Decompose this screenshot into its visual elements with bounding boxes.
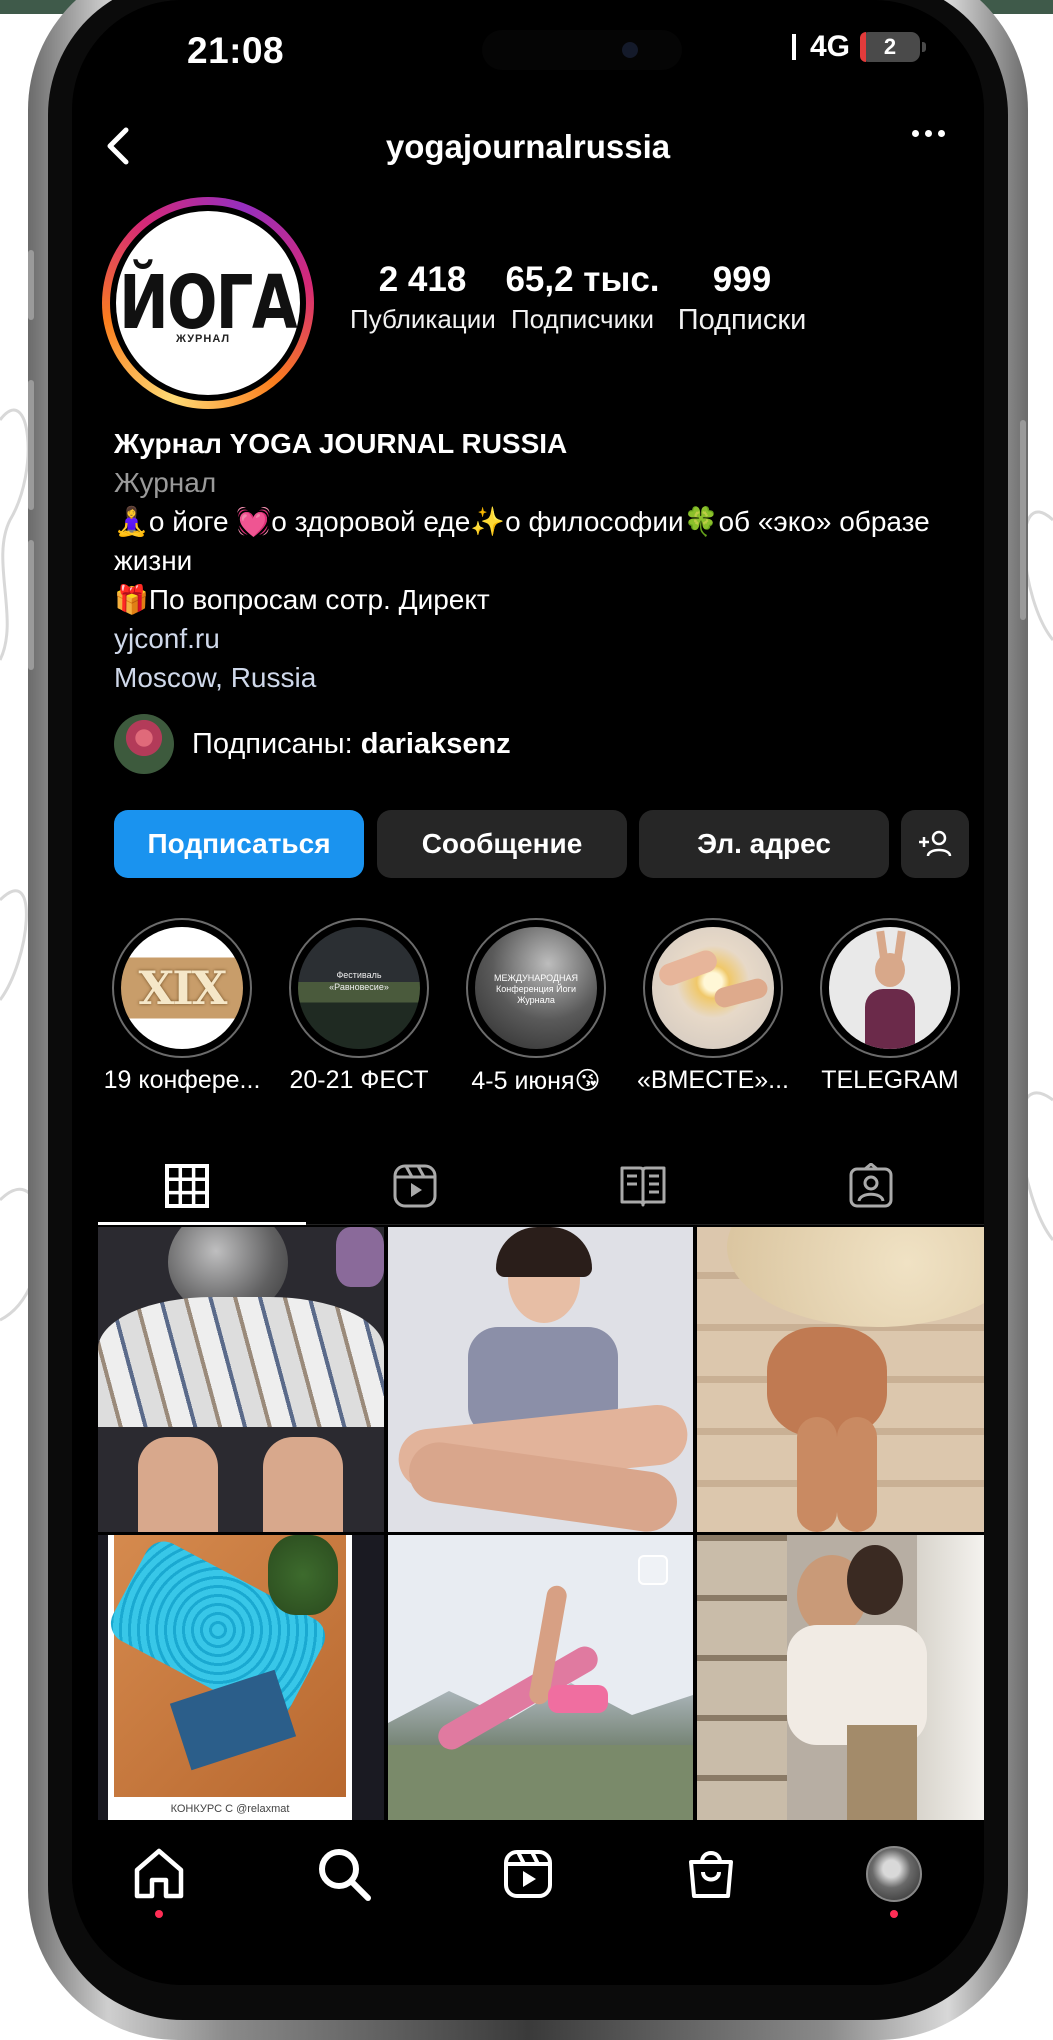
grid-post-portrait[interactable] xyxy=(388,1227,693,1532)
nav-home[interactable] xyxy=(127,1842,191,1906)
reels-icon xyxy=(393,1164,437,1208)
add-user-icon xyxy=(919,830,952,857)
phone-side-button xyxy=(28,540,34,670)
nav-reels[interactable] xyxy=(496,1842,560,1906)
phone-side-button xyxy=(28,380,34,510)
profile-notification-dot xyxy=(890,1910,898,1918)
app-screen: 21:08 4G 2 yogajournalrussia ЙОГА ЖУРНАЛ… xyxy=(72,0,984,1985)
grid-post-hat[interactable] xyxy=(697,1227,984,1532)
stat-label: Подписчики xyxy=(510,304,655,334)
home-notification-dot xyxy=(155,1910,163,1918)
profile-location[interactable]: Moscow, Russia xyxy=(114,658,954,697)
shop-icon xyxy=(689,1851,733,1898)
stat-posts[interactable]: 2 418 Публикации xyxy=(350,260,496,335)
highlight-cover-text: Фестиваль «Равновесие» xyxy=(329,970,389,992)
stat-label: Публикации xyxy=(350,304,496,334)
followed-by-text: Подписаны: dariaksenz xyxy=(192,727,511,760)
highlight-cover xyxy=(652,927,774,1049)
post-caption: КОНКУРС С @relaxmat xyxy=(108,1800,352,1820)
stat-value: 999 xyxy=(712,260,772,299)
nav-search[interactable] xyxy=(312,1842,376,1906)
grid-post-tarot[interactable] xyxy=(98,1227,384,1532)
network-type: 4G xyxy=(810,30,851,63)
dynamic-island xyxy=(482,30,682,70)
bottom-navigation xyxy=(72,1820,984,1940)
battery-icon: 2 xyxy=(860,32,927,62)
phone-side-button xyxy=(1020,420,1026,620)
profile-full-name: Журнал YOGA JOURNAL RUSSIA xyxy=(114,428,568,459)
highlight-cover: Фестиваль «Равновесие» xyxy=(298,927,420,1049)
bio-text-line: 🧘‍♀️о йоге 💓о здоровой еде✨о философии🍀о… xyxy=(114,506,930,576)
add-user-button[interactable] xyxy=(901,810,969,878)
profile-avatar: ЙОГА ЖУРНАЛ xyxy=(116,211,300,395)
highlight-item[interactable]: TELEGRAM xyxy=(820,918,960,1094)
grid-post-couple[interactable] xyxy=(697,1535,984,1820)
highlight-item[interactable]: XIX 19 конфере... xyxy=(104,918,260,1094)
status-indicators: 4G 2 xyxy=(792,30,927,64)
followed-by[interactable]: Подписаны: dariaksenz xyxy=(114,714,511,774)
tab-tagged[interactable] xyxy=(756,1150,984,1222)
followed-by-username: dariaksenz xyxy=(360,727,511,760)
message-button[interactable]: Сообщение xyxy=(377,810,627,878)
profile-username: yogajournalrussia xyxy=(385,128,671,165)
highlight-cover: МЕЖДУНАРОДНАЯ Конференция Йоги Журнала xyxy=(475,927,597,1049)
avatar-logo-subtext: ЖУРНАЛ xyxy=(176,333,231,345)
tab-guides[interactable] xyxy=(528,1150,758,1222)
profile-avatar-story-ring[interactable]: ЙОГА ЖУРНАЛ xyxy=(102,197,314,409)
more-horizontal-icon[interactable] xyxy=(912,130,945,137)
highlight-item[interactable]: МЕЖДУНАРОДНАЯ Конференция Йоги Журнала 4… xyxy=(466,918,606,1095)
search-icon xyxy=(319,1849,371,1901)
email-button[interactable]: Эл. адрес xyxy=(639,810,889,878)
tab-reels[interactable] xyxy=(300,1150,530,1222)
stat-following[interactable]: 999 Подписки xyxy=(672,260,812,337)
phone-side-button xyxy=(28,250,34,320)
status-time: 21:08 xyxy=(187,30,285,71)
stat-value: 65,2 тыс. xyxy=(505,260,660,299)
follow-button[interactable]: Подписаться xyxy=(114,810,364,878)
nav-profile[interactable] xyxy=(862,1842,926,1906)
stat-label: Подписки xyxy=(677,304,807,336)
grid-icon xyxy=(165,1164,209,1208)
nav-shop[interactable] xyxy=(679,1842,743,1906)
tagged-icon xyxy=(849,1163,893,1208)
profile-website-link[interactable]: yjconf.ru xyxy=(114,619,954,658)
home-icon xyxy=(134,1848,184,1899)
highlight-item[interactable]: «ВМЕСТЕ»... xyxy=(637,918,789,1094)
highlight-item[interactable]: Фестиваль «Равновесие» 20-21 ФЕСТ xyxy=(289,918,429,1094)
profile-avatar xyxy=(866,1846,922,1902)
signal-icon xyxy=(792,34,796,60)
highlight-cover xyxy=(829,927,951,1049)
tab-grid[interactable] xyxy=(72,1150,302,1222)
reels-icon xyxy=(504,1850,552,1898)
bio-text-line: 🎁По вопросам сотр. Директ xyxy=(114,584,490,615)
stat-followers[interactable]: 65,2 тыс. Подписчики xyxy=(500,260,665,335)
stat-value: 2 418 xyxy=(378,260,467,299)
grid-post-mat[interactable]: КОНКУРС С @relaxmat xyxy=(98,1535,384,1820)
highlight-label: TELEGRAM xyxy=(821,1066,959,1094)
highlight-cover-text: XIX xyxy=(138,961,228,1015)
highlight-cover-text: МЕЖДУНАРОДНАЯ Конференция Йоги Журнала xyxy=(494,973,578,1005)
profile-category: Журнал xyxy=(114,467,217,498)
profile-bio: Журнал YOGA JOURNAL RUSSIA Журнал 🧘‍♀️о … xyxy=(114,424,954,697)
multi-post-icon xyxy=(638,1555,668,1585)
guides-icon xyxy=(620,1166,666,1207)
battery-level: 2 xyxy=(883,34,897,59)
highlight-cover: XIX xyxy=(121,927,243,1049)
grid-post-yoga-pose[interactable] xyxy=(388,1535,693,1820)
follower-avatar xyxy=(114,714,174,774)
active-tab-indicator xyxy=(98,1222,306,1225)
